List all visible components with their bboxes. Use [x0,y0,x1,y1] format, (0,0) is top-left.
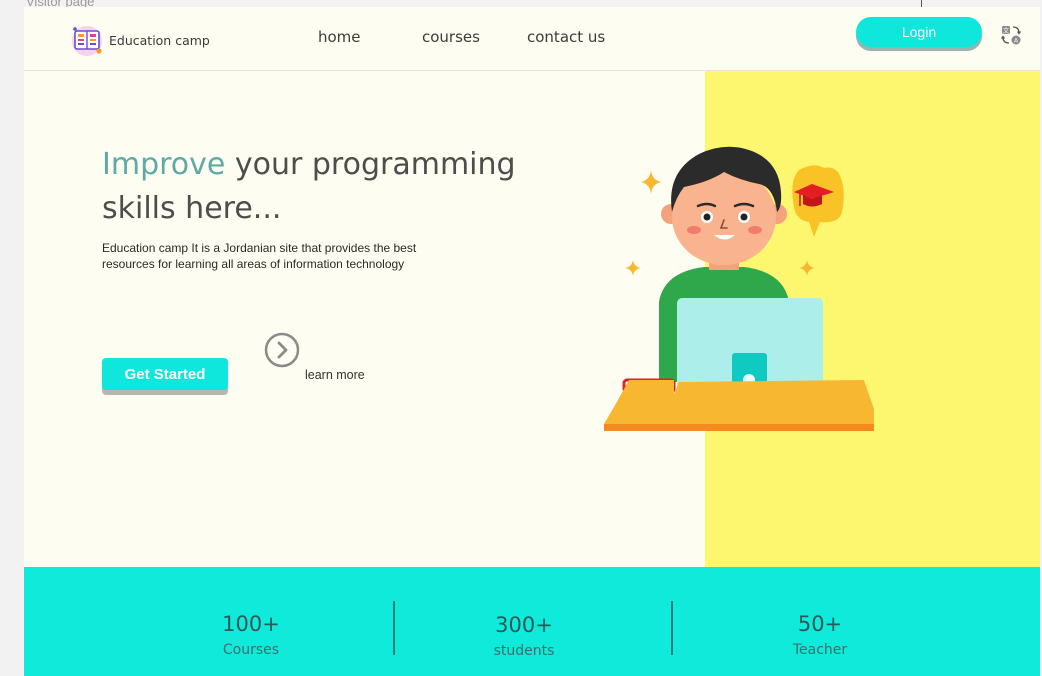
translate-icon[interactable]: 文 A [1000,24,1022,46]
headline-accent: Improve [102,147,226,182]
student-computer-illustration [604,146,874,431]
stat-students-label: students [493,643,555,659]
visitor-page: Education camp home courses contact us L… [24,7,1040,676]
stat-divider [393,601,395,655]
stat-teachers-label: Teacher [792,642,848,658]
nav-item-home[interactable]: home [318,28,361,46]
get-started-button[interactable]: Get Started [102,358,228,390]
hero-description: Education camp It is a Jordanian site th… [102,241,417,271]
stat-courses-label: Courses [222,642,280,658]
svg-text:文: 文 [1003,26,1010,35]
hero-headline: Improve your programming skills here... [102,143,522,231]
nav-item-contact-us[interactable]: contact us [527,28,605,46]
chevron-right-circle-icon[interactable] [264,332,300,368]
logo-book-icon [72,26,102,56]
frame-tick [921,0,922,7]
stat-courses: 100+ Courses [171,612,331,658]
stat-teachers: 50+ Teacher [740,612,900,658]
stat-teachers-value: 50+ [797,612,843,636]
login-button[interactable]: Login [856,17,982,47]
stats-section: 100+ Courses 300+ students 50+ Teacher [24,567,1040,676]
brand-name: Education camp [109,32,210,48]
stat-students-value: 300+ [495,613,553,637]
brand-logo[interactable]: Education camp [70,23,210,57]
learn-more-link[interactable]: learn more [305,368,365,382]
stat-students: 300+ students [444,613,604,659]
stat-divider [671,601,673,655]
site-header: Education camp home courses contact us L… [24,7,1040,71]
nav-item-courses[interactable]: courses [422,28,480,46]
stat-courses-value: 100+ [222,612,280,636]
